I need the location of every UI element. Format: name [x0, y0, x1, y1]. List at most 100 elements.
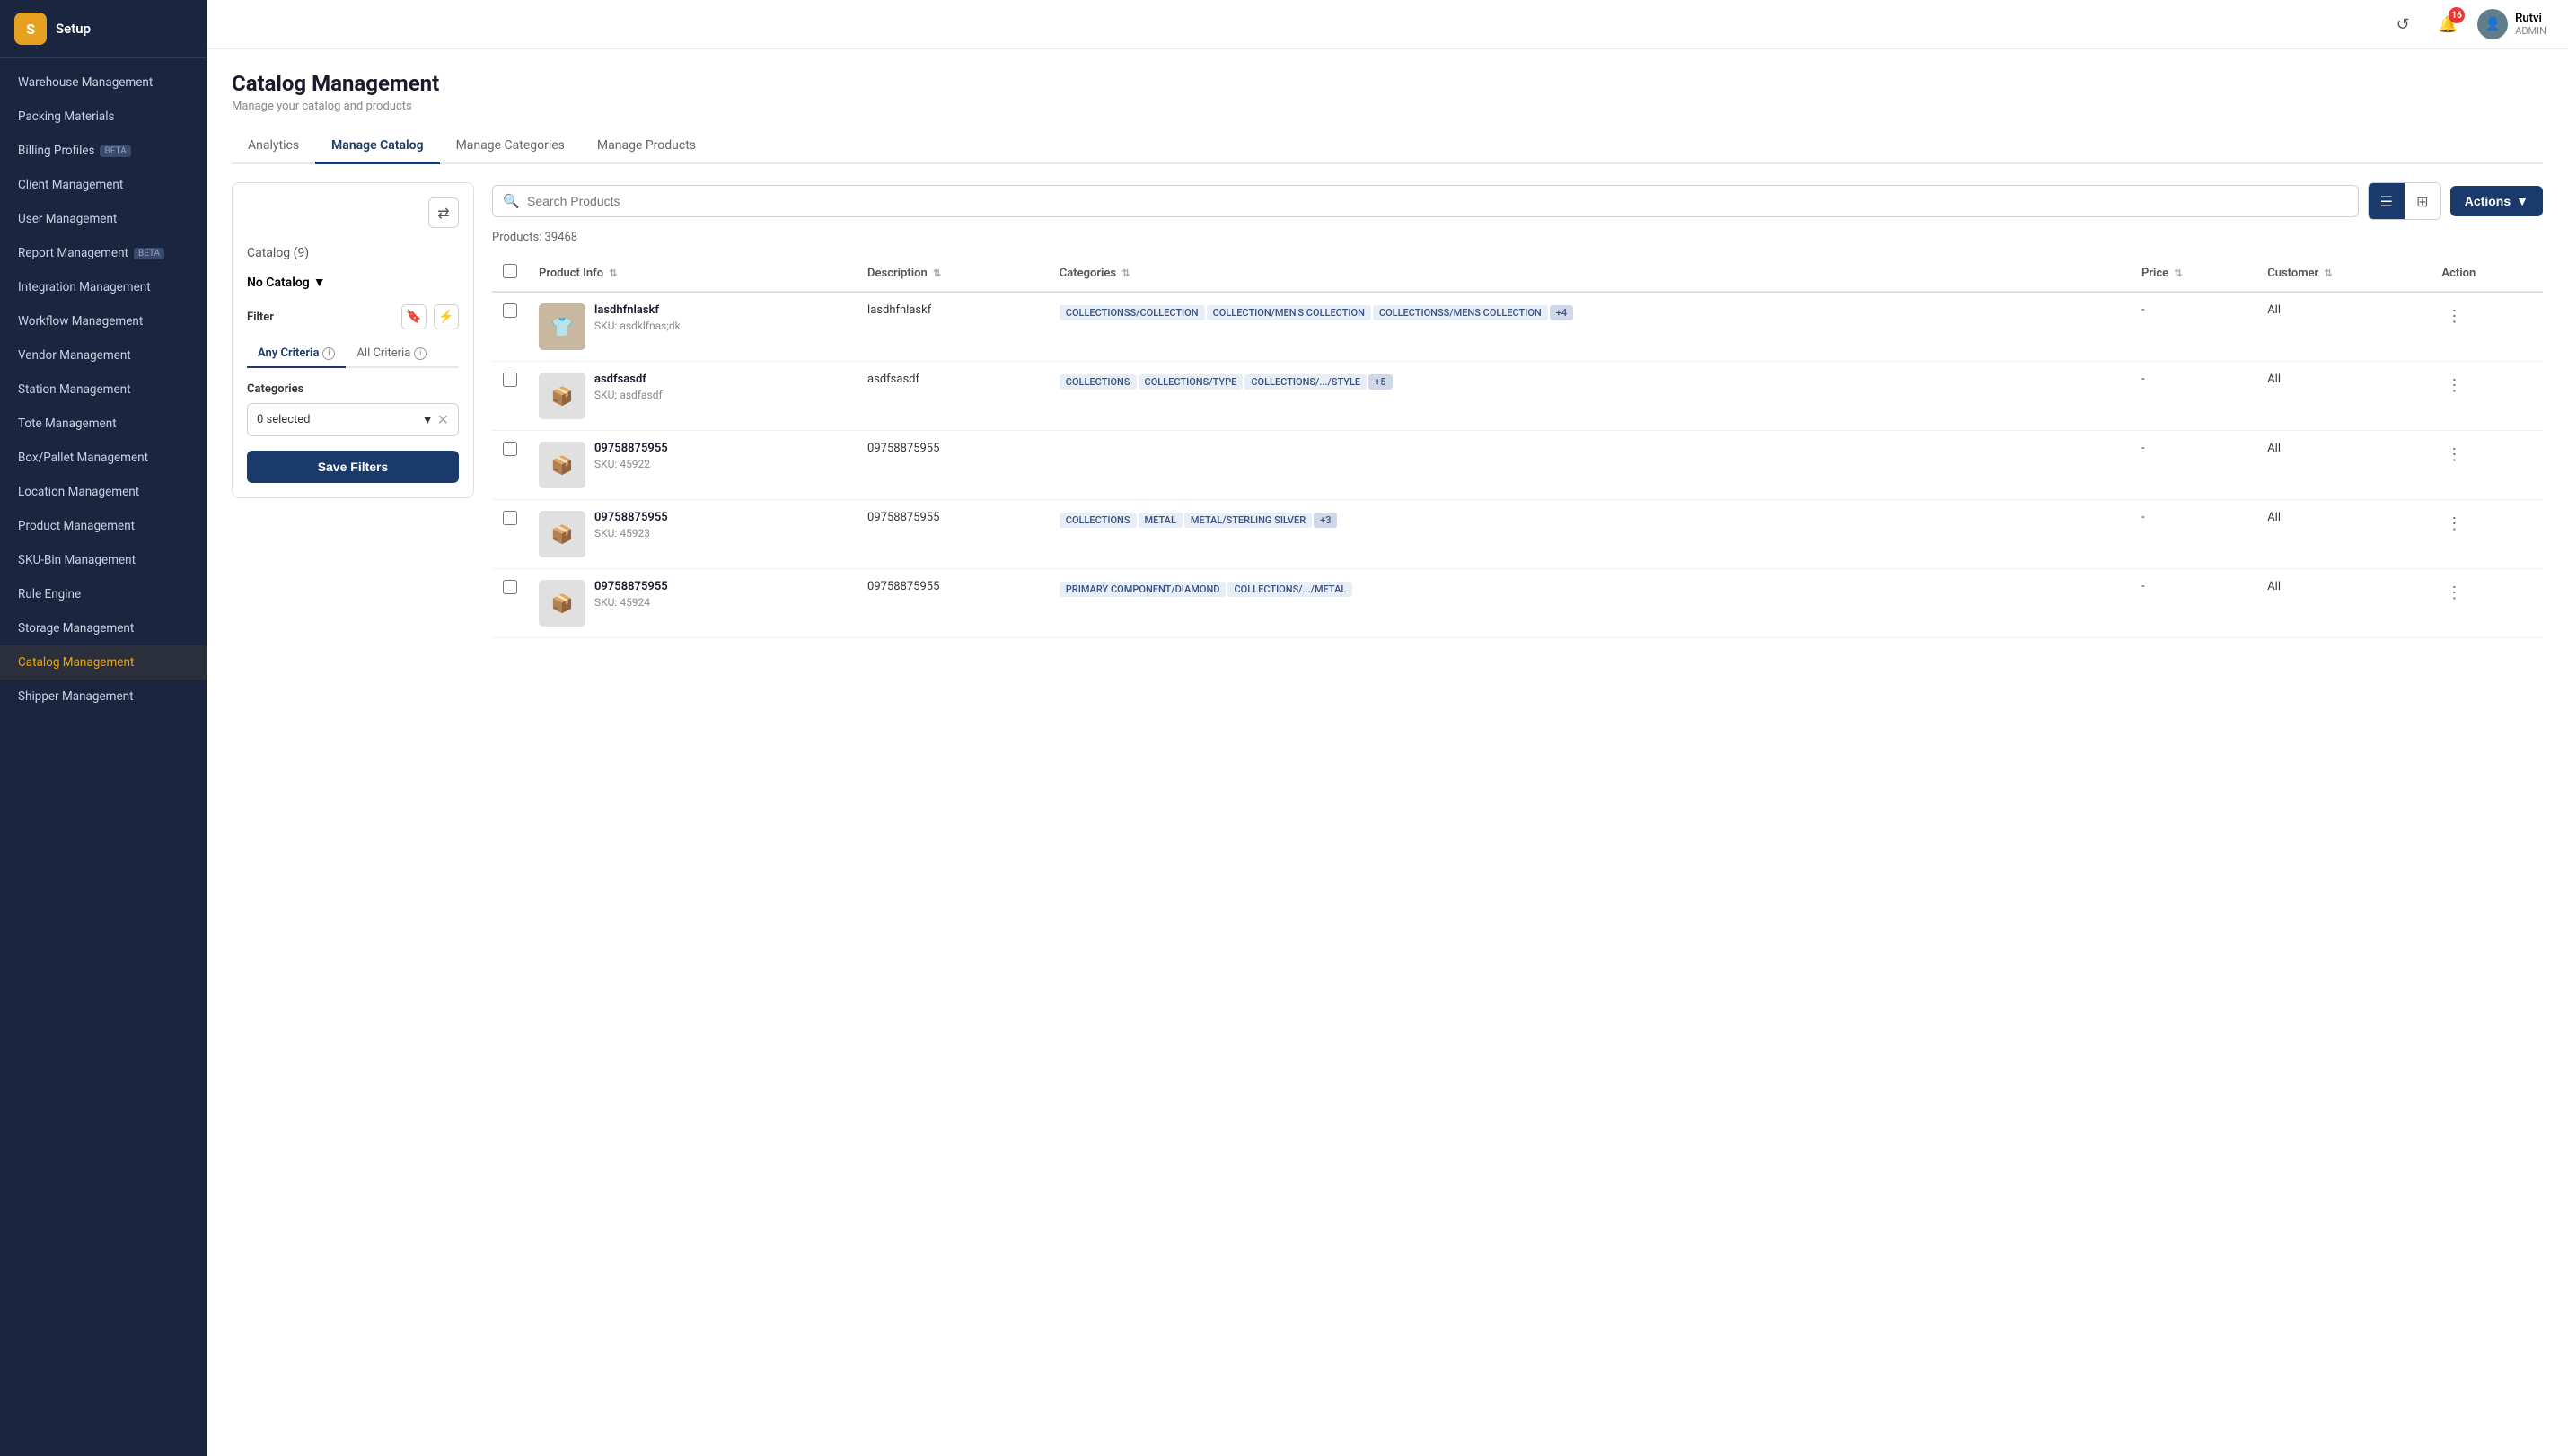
filter-icon-button[interactable]: ⚡ [434, 304, 459, 329]
tab-manage-categories[interactable]: Manage Categories [440, 129, 581, 164]
products-count: Products: 39468 [492, 231, 2543, 244]
product-panel: 🔍 ☰ ⊞ Actions ▼ Products: 39468 [492, 182, 2543, 638]
categories-clear-icon[interactable]: ✕ [437, 411, 449, 428]
col-categories[interactable]: Categories ⇅ [1049, 255, 2131, 292]
product-price: - [2131, 569, 2256, 638]
col-customer[interactable]: Customer ⇅ [2256, 255, 2431, 292]
catalog-dropdown[interactable]: No Catalog ▼ [247, 275, 459, 290]
more-categories-tag[interactable]: +5 [1368, 374, 1392, 390]
sidebar-item-location-management[interactable]: Location Management [0, 475, 207, 509]
more-categories-tag[interactable]: +3 [1314, 513, 1337, 528]
action-menu-button[interactable]: ⋮ [2441, 511, 2467, 536]
product-image: 📦 [539, 373, 585, 419]
sidebar-item-tote-management[interactable]: Tote Management [0, 407, 207, 441]
table-row: 📦09758875955SKU: 4592409758875955PRIMARY… [492, 569, 2543, 638]
more-categories-tag[interactable]: +4 [1550, 305, 1573, 320]
sidebar: S Setup Warehouse ManagementPacking Mate… [0, 0, 207, 1456]
sidebar-item-client-management[interactable]: Client Management [0, 168, 207, 202]
row-checkbox-cell [492, 500, 528, 569]
filter-subheader: Filter 🔖 ⚡ [247, 304, 459, 329]
product-table: Product Info ⇅ Description ⇅ Categories … [492, 255, 2543, 638]
sidebar-item-station-management[interactable]: Station Management [0, 373, 207, 407]
select-all-checkbox[interactable] [503, 264, 517, 278]
product-image: 📦 [539, 442, 585, 488]
actions-label: Actions [2465, 194, 2511, 208]
row-checkbox[interactable] [503, 442, 517, 456]
product-name: lasdhfnlaskf [594, 303, 681, 317]
col-description[interactable]: Description ⇅ [857, 255, 1049, 292]
product-description: 09758875955 [857, 431, 1049, 500]
sort-icon: ⇅ [2324, 268, 2332, 279]
product-customer: All [2256, 569, 2431, 638]
sidebar-item-packing-materials[interactable]: Packing Materials [0, 100, 207, 134]
row-checkbox[interactable] [503, 303, 517, 318]
tab-manage-catalog[interactable]: Manage Catalog [315, 129, 440, 164]
bookmark-icon-button[interactable]: 🔖 [401, 304, 427, 329]
category-tag: COLLECTIONS [1060, 513, 1137, 528]
product-name: 09758875955 [594, 442, 668, 455]
sidebar-item-vendor-management[interactable]: Vendor Management [0, 338, 207, 373]
action-menu-button[interactable]: ⋮ [2441, 373, 2467, 398]
row-checkbox-cell [492, 292, 528, 362]
product-table-body: 👕lasdhfnlaskfSKU: asdklfnas;dklasdhfnlas… [492, 292, 2543, 638]
user-menu[interactable]: 👤 Rutvi ADMIN [2477, 9, 2546, 39]
row-checkbox[interactable] [503, 373, 517, 387]
product-info-cell: 📦09758875955SKU: 45924 [528, 569, 857, 638]
save-filters-button[interactable]: Save Filters [247, 451, 459, 483]
sidebar-item-storage-management[interactable]: Storage Management [0, 611, 207, 645]
sidebar-item-sku-bin-management[interactable]: SKU-Bin Management [0, 543, 207, 577]
category-tag: COLLECTION/MEN'S COLLECTION [1207, 305, 1371, 320]
sidebar-item-billing-profiles[interactable]: Billing ProfilesBETA [0, 134, 207, 168]
grid-view-button[interactable]: ⊞ [2405, 183, 2440, 219]
col-product-info[interactable]: Product Info ⇅ [528, 255, 857, 292]
tab-manage-products[interactable]: Manage Products [581, 129, 712, 164]
product-sku: SKU: asdklfnas;dk [594, 320, 681, 332]
product-action-cell: ⋮ [2431, 569, 2543, 638]
sidebar-item-rule-engine[interactable]: Rule Engine [0, 577, 207, 611]
actions-button[interactable]: Actions ▼ [2450, 186, 2543, 216]
sidebar-item-report-management[interactable]: Report ManagementBETA [0, 236, 207, 270]
info-icon: i [322, 347, 335, 360]
sidebar-item-user-management[interactable]: User Management [0, 202, 207, 236]
product-action-cell: ⋮ [2431, 292, 2543, 362]
action-menu-button[interactable]: ⋮ [2441, 580, 2467, 605]
category-tag: COLLECTIONS/TYPE [1139, 374, 1244, 390]
product-price: - [2131, 362, 2256, 431]
action-menu-button[interactable]: ⋮ [2441, 303, 2467, 329]
row-checkbox[interactable] [503, 580, 517, 594]
tab-analytics[interactable]: Analytics [232, 129, 315, 164]
product-customer: All [2256, 500, 2431, 569]
action-menu-button[interactable]: ⋮ [2441, 442, 2467, 467]
list-view-button[interactable]: ☰ [2369, 183, 2405, 219]
row-checkbox-cell [492, 431, 528, 500]
row-checkbox[interactable] [503, 511, 517, 525]
product-customer: All [2256, 292, 2431, 362]
table-row: 📦09758875955SKU: 4592309758875955COLLECT… [492, 500, 2543, 569]
criteria-tab-all-criteria[interactable]: All Criteria i [346, 340, 437, 368]
product-categories [1049, 431, 2131, 500]
sidebar-item-integration-management[interactable]: Integration Management [0, 270, 207, 304]
categories-label: Categories [247, 382, 459, 396]
criteria-tab-any-criteria[interactable]: Any Criteria i [247, 340, 346, 368]
categories-select[interactable]: 0 selected ▼ ✕ [247, 403, 459, 436]
sidebar-item-catalog-management[interactable]: Catalog Management [0, 645, 207, 680]
page-subtitle: Manage your catalog and products [232, 100, 2543, 113]
col-price[interactable]: Price ⇅ [2131, 255, 2256, 292]
category-tag: METAL [1139, 513, 1183, 528]
product-sku: SKU: 45923 [594, 527, 668, 539]
table-row: 📦09758875955SKU: 4592209758875955-All⋮ [492, 431, 2543, 500]
sort-icon: ⇅ [1121, 268, 1130, 279]
sidebar-item-product-management[interactable]: Product Management [0, 509, 207, 543]
sidebar-item-workflow-management[interactable]: Workflow Management [0, 304, 207, 338]
categories-dropdown-arrow: ▼ [422, 413, 434, 427]
sidebar-item-shipper-management[interactable]: Shipper Management [0, 680, 207, 714]
criteria-tabs: Any Criteria iAll Criteria i [247, 340, 459, 368]
product-categories: COLLECTIONSCOLLECTIONS/TYPECOLLECTIONS/.… [1049, 362, 2131, 431]
refresh-icon[interactable]: ↺ [2388, 9, 2418, 39]
sidebar-item-box/pallet-management[interactable]: Box/Pallet Management [0, 441, 207, 475]
product-description: 09758875955 [857, 569, 1049, 638]
swap-icon-button[interactable]: ⇄ [428, 197, 459, 228]
search-input[interactable] [492, 185, 2359, 217]
sidebar-item-warehouse-management[interactable]: Warehouse Management [0, 66, 207, 100]
notifications-button[interactable]: 🔔 16 [2432, 9, 2463, 39]
